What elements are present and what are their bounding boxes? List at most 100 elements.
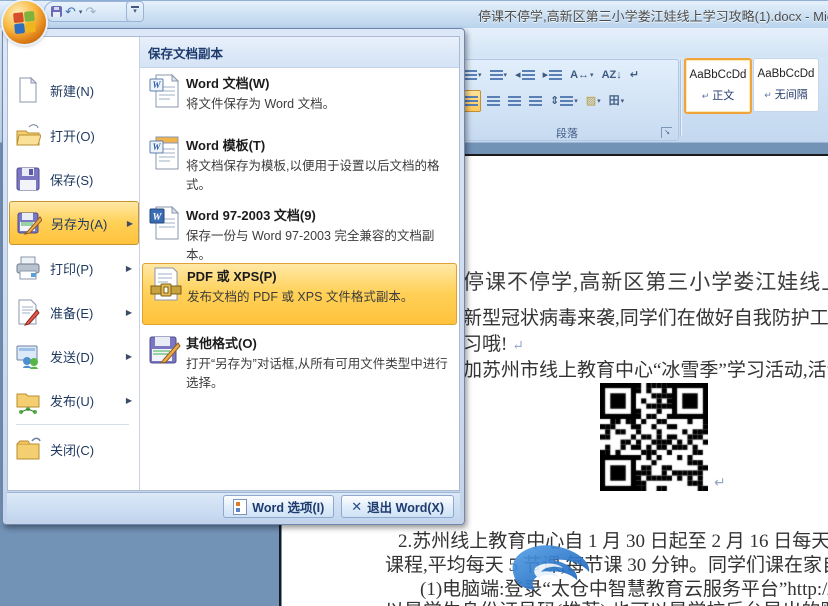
submenu-arrow-icon: ▶ xyxy=(127,219,133,228)
undo-dropdown-icon[interactable]: ▾ xyxy=(79,8,83,16)
word-template-icon: W xyxy=(148,135,182,171)
page-left-edge xyxy=(279,523,281,606)
prepare-icon xyxy=(15,298,41,326)
save-as-icon xyxy=(16,209,42,237)
pdf-xps-icon xyxy=(149,266,183,302)
align-right-icon xyxy=(508,96,521,107)
menu-item-close[interactable]: 关闭(C) xyxy=(9,427,137,471)
submenu-header: 保存文档副本 xyxy=(140,37,459,68)
office-button[interactable] xyxy=(3,1,46,44)
save-as-submenu: 保存文档副本 W Word 文档(W) 将文件保存为 Word 文档。 W Wo… xyxy=(140,37,459,490)
doc-title-line: 停课不停学,高新区第三小学娄江娃线上学 xyxy=(463,266,828,296)
paragraph-mark-icon: ↵ xyxy=(764,90,772,100)
submenu-arrow-icon: ▶ xyxy=(126,396,132,405)
decrease-indent-icon: ◂ xyxy=(515,69,521,81)
submenu-item-word-97-2003[interactable]: W Word 97-2003 文档(9) 保存一份与 Word 97-2003 … xyxy=(142,203,457,266)
paragraph-mark-icon: ↵ xyxy=(630,69,639,81)
word-document-icon: W xyxy=(148,73,182,109)
watermark-swirl-logo xyxy=(505,538,595,596)
menu-item-save[interactable]: 保存(S) xyxy=(9,157,137,201)
doc-body-line: 习哦! ↵ xyxy=(463,329,524,356)
print-icon xyxy=(15,254,41,282)
exit-word-button[interactable]: ✕ 退出 Word(X) xyxy=(341,495,454,518)
align-center-icon xyxy=(487,96,500,107)
svg-text:W: W xyxy=(152,142,161,152)
publish-icon xyxy=(15,386,41,414)
paragraph-mark-icon: ↵ xyxy=(702,91,710,101)
style-normal[interactable]: AaBbCcDd ↵ 正文 xyxy=(684,58,752,114)
submenu-item-other-formats[interactable]: 其他格式(O) 打开“另存为”对话框,从所有可用文件类型中进行选择。 xyxy=(142,331,457,394)
doc-body-line: 课程,平均每天 5 节课,每节课 30 分钟。同学们课在家自主观看。登 xyxy=(385,550,828,577)
paragraph-group-label: 段落 xyxy=(556,128,578,140)
word-options-button[interactable]: Word 选项(I) xyxy=(223,495,334,518)
increase-indent-button[interactable]: ▸ xyxy=(541,65,565,85)
paragraph-mark: ↵ xyxy=(512,339,524,354)
quick-access-toolbar: ↶▾ ↷ xyxy=(44,1,136,22)
chevron-down-icon: ▾ xyxy=(597,97,601,105)
paragraph-group: ▾ ▾ ◂ ▸ A↔▾ AZ↓ ↵ ⇕▾ ▨▾ 田▾ 段落 ↘ xyxy=(455,59,679,141)
justify-icon xyxy=(529,96,542,107)
chevron-down-icon: ▾ xyxy=(590,71,594,79)
office-logo-icon xyxy=(13,11,36,34)
menu-separator xyxy=(16,424,129,425)
new-document-icon xyxy=(15,76,41,104)
menu-item-send[interactable]: 发送(D) ▶ xyxy=(9,334,137,378)
paragraph-dialog-launcher[interactable]: ↘ xyxy=(661,127,672,138)
numbered-list-icon xyxy=(464,70,477,81)
submenu-arrow-icon: ▶ xyxy=(126,264,132,273)
doc-body-line: 加苏州市线上教育中心“冰雪季”学习活动,活动详情扫描二 xyxy=(463,355,828,382)
submenu-item-word-template[interactable]: W Word 模板(T) 将文档保存为模板,以便用于设置以后文档的格式。 xyxy=(142,133,457,196)
menu-item-open[interactable]: 打开(O) xyxy=(9,113,137,157)
menu-item-publish[interactable]: 发布(U) ▶ xyxy=(9,378,137,422)
show-hide-marks-button[interactable]: ↵ xyxy=(628,65,641,85)
borders-button[interactable]: 田▾ xyxy=(607,91,627,111)
line-spacing-bars-icon xyxy=(560,96,573,107)
chevron-down-icon: ▾ xyxy=(504,71,508,79)
group-separator xyxy=(680,60,681,136)
style-no-spacing[interactable]: AaBbCcDd ↵ 无间隔 xyxy=(753,58,819,112)
justify-button[interactable] xyxy=(527,91,544,111)
submenu-item-word-document[interactable]: W Word 文档(W) 将文件保存为 Word 文档。 xyxy=(142,71,457,114)
line-spacing-button[interactable]: ⇕▾ xyxy=(548,91,580,111)
menu-item-print[interactable]: 打印(P) ▶ xyxy=(9,246,137,290)
menu-item-new[interactable]: 新建(N) xyxy=(9,68,137,112)
customize-qat-button[interactable]: ▾ xyxy=(126,1,144,22)
doc-body-line: 新型冠状病毒来袭,同学们在做好自我防护工作的同时,可以 xyxy=(463,303,828,330)
office-menu-footer: Word 选项(I) ✕ 退出 Word(X) xyxy=(7,492,460,520)
chevron-down-icon: ▾ xyxy=(478,71,482,79)
line-spacing-icon: ⇕ xyxy=(550,95,559,107)
align-left-icon xyxy=(465,96,478,107)
group-label-strip: 段落 xyxy=(456,124,678,140)
shading-icon: ▨ xyxy=(586,95,596,107)
shading-button[interactable]: ▨▾ xyxy=(584,91,603,111)
align-center-button[interactable] xyxy=(485,91,502,111)
submenu-item-pdf-xps[interactable]: PDF 或 XPS(P) 发布文档的 PDF 或 XPS 文件格式副本。 xyxy=(142,263,457,325)
multilevel-list-button[interactable]: ▾ xyxy=(488,65,510,85)
align-right-button[interactable] xyxy=(506,91,523,111)
close-x-icon: ✕ xyxy=(351,499,362,515)
asian-layout-button[interactable]: A↔▾ xyxy=(568,65,595,85)
svg-text:W: W xyxy=(153,212,163,223)
increase-indent-icon: ▸ xyxy=(543,69,549,81)
open-folder-icon xyxy=(15,121,41,149)
redo-icon[interactable]: ↷ xyxy=(85,4,96,19)
numbered-list-button[interactable]: ▾ xyxy=(462,65,484,85)
menu-item-prepare[interactable]: 准备(E) ▶ xyxy=(9,290,137,334)
submenu-arrow-icon: ▶ xyxy=(126,308,132,317)
office-menu: 新建(N) 打开(O) 保存(S) 另存为(A) ▶ 打印(P) xyxy=(2,28,465,525)
menu-item-save-as[interactable]: 另存为(A) ▶ xyxy=(9,201,139,245)
doc-body-line: 2.苏州线上教育中心自 1 月 30 日起至 2 月 16 日每天提供小学一至 xyxy=(398,526,828,553)
chevron-down-icon: ▾ xyxy=(574,97,578,105)
indent-bars-icon xyxy=(549,70,562,81)
save-icon[interactable] xyxy=(51,6,62,17)
style-sample-text: AaBbCcDd xyxy=(686,69,750,81)
chevron-down-icon: ▾ xyxy=(127,8,143,15)
character-scale-icon: A↔ xyxy=(570,69,589,81)
undo-icon[interactable]: ↶ xyxy=(65,4,76,19)
page-top-edge xyxy=(455,154,828,156)
decrease-indent-button[interactable]: ◂ xyxy=(513,65,537,85)
close-icon xyxy=(15,435,41,463)
office-menu-left-pane: 新建(N) 打开(O) 保存(S) 另存为(A) ▶ 打印(P) xyxy=(8,37,140,490)
sort-button[interactable]: AZ↓ xyxy=(600,65,624,85)
style-sample-text: AaBbCcDd xyxy=(754,68,818,80)
